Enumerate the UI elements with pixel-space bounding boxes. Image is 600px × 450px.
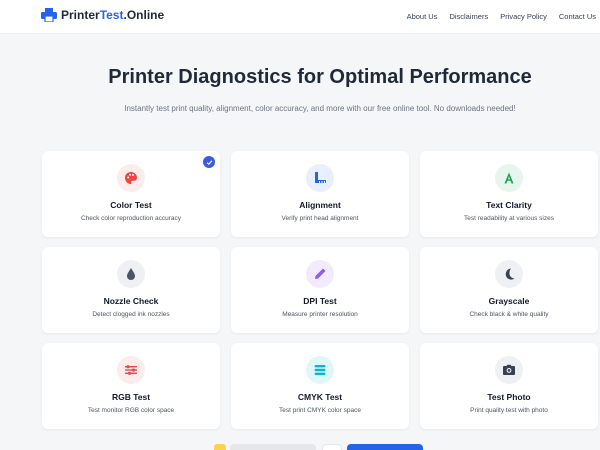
nav-disclaimers[interactable]: Disclaimers bbox=[449, 12, 488, 21]
font-icon bbox=[495, 164, 523, 192]
page-title: Printer Diagnostics for Optimal Performa… bbox=[108, 66, 532, 88]
card-description: Detect clogged ink nozzles bbox=[92, 311, 170, 318]
layers-icon bbox=[306, 356, 334, 384]
card-nozzle-check[interactable]: Nozzle Check Detect clogged ink nozzles bbox=[42, 247, 220, 333]
camera-icon bbox=[495, 356, 523, 384]
droplet-icon bbox=[117, 260, 145, 288]
card-dpi-test[interactable]: DPI Test Measure printer resolution bbox=[231, 247, 409, 333]
card-title: Alignment bbox=[299, 200, 341, 210]
card-title: DPI Test bbox=[303, 296, 337, 306]
nav-about-us[interactable]: About Us bbox=[407, 12, 438, 21]
logo-text-test: Test bbox=[99, 8, 124, 22]
bottom-primary-button[interactable] bbox=[347, 444, 423, 450]
test-card-grid: Color Test Check color reproduction accu… bbox=[42, 151, 598, 429]
site-header: Printer Test .Online About Us Disclaimers … bbox=[0, 0, 600, 34]
selected-check-icon bbox=[203, 156, 215, 168]
card-test-photo[interactable]: Test Photo Print quality test with photo bbox=[420, 343, 598, 429]
card-title: RGB Test bbox=[111, 392, 151, 402]
card-grayscale[interactable]: Grayscale Check black & white quality bbox=[420, 247, 598, 333]
page-subtitle: Instantly test print quality, alignment,… bbox=[124, 104, 516, 113]
card-description: Print quality test with photo bbox=[470, 407, 548, 414]
palette-icon bbox=[117, 164, 145, 192]
card-text-clarity[interactable]: Text Clarity Test readability at various… bbox=[420, 151, 598, 237]
nav-privacy-policy[interactable]: Privacy Policy bbox=[500, 12, 547, 21]
nav-contact-us[interactable]: Contact Us bbox=[559, 12, 596, 21]
card-title: Text Clarity bbox=[486, 200, 532, 210]
logo-text-printer: Printer bbox=[61, 8, 100, 22]
card-title: Test Photo bbox=[487, 392, 531, 402]
card-description: Measure printer resolution bbox=[282, 311, 358, 318]
bottom-emoji-icon bbox=[214, 444, 226, 450]
card-description: Test readability at various sizes bbox=[464, 215, 554, 222]
card-cmyk-test[interactable]: CMYK Test Test print CMYK color space bbox=[231, 343, 409, 429]
card-description: Check color reproduction accuracy bbox=[80, 215, 182, 222]
moon-icon bbox=[495, 260, 523, 288]
pen-icon bbox=[306, 260, 334, 288]
sliders-icon bbox=[117, 356, 145, 384]
card-alignment[interactable]: Alignment Verify print head alignment bbox=[231, 151, 409, 237]
card-description: Test monitor RGB color space bbox=[87, 407, 175, 414]
bottom-control-gray[interactable] bbox=[230, 444, 316, 450]
card-description: Test print CMYK color space bbox=[278, 407, 361, 414]
card-title: Grayscale bbox=[488, 296, 530, 306]
card-title: Nozzle Check bbox=[103, 296, 159, 306]
ruler-icon bbox=[306, 164, 334, 192]
printer-icon bbox=[41, 8, 57, 22]
card-description: Check black & white quality bbox=[469, 311, 549, 318]
card-description: Verify print head alignment bbox=[281, 215, 359, 222]
bottom-control-white[interactable] bbox=[322, 444, 342, 450]
card-title: CMYK Test bbox=[297, 392, 343, 402]
card-color-test[interactable]: Color Test Check color reproduction accu… bbox=[42, 151, 220, 237]
main-nav: About Us Disclaimers Privacy Policy Cont… bbox=[407, 12, 596, 21]
card-title: Color Test bbox=[110, 200, 152, 210]
card-rgb-test[interactable]: RGB Test Test monitor RGB color space bbox=[42, 343, 220, 429]
site-logo[interactable]: Printer Test .Online bbox=[41, 8, 164, 22]
logo-text-online: .Online bbox=[123, 8, 165, 22]
